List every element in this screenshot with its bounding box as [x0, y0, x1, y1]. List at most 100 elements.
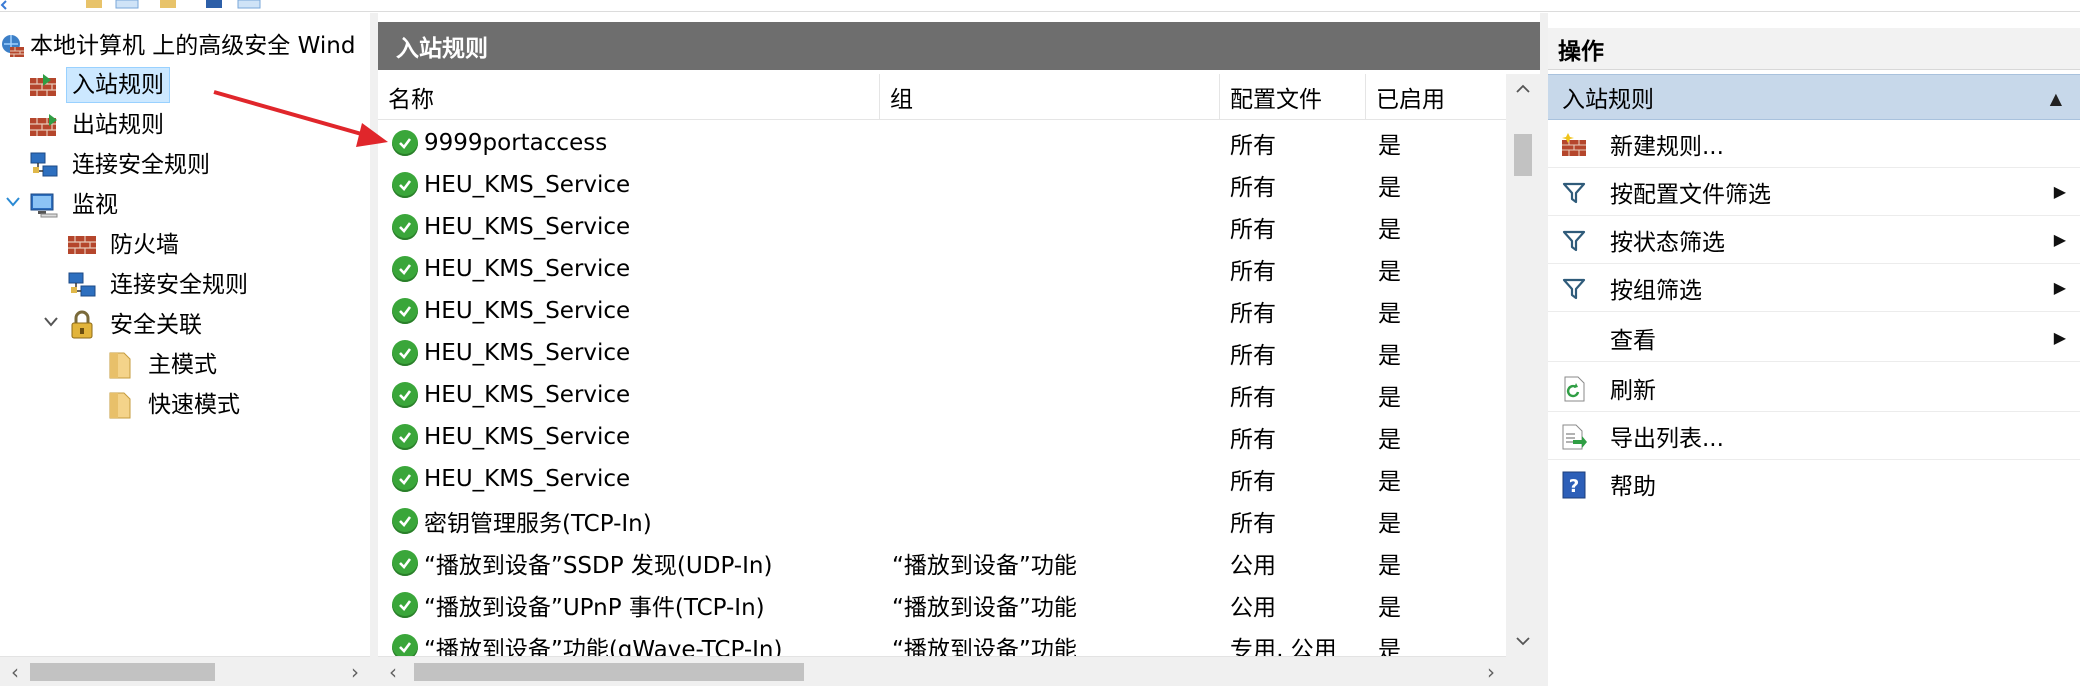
scroll-left-arrow-icon[interactable]: ‹: [2, 657, 28, 686]
refresh-icon: [1560, 375, 1588, 403]
vertical-scrollbar[interactable]: [1506, 74, 1540, 656]
rules-table-body: 9999portaccess 所有是 HEU_KMS_Service 所有是 HEU_K…: [378, 122, 1506, 656]
table-row[interactable]: HEU_KMS_Service 所有 是: [378, 374, 1506, 416]
tree-item-label: 监视: [72, 192, 118, 218]
pane-splitter-left[interactable]: [370, 13, 378, 686]
connection-security-icon: [66, 270, 98, 300]
horizontal-scrollbar[interactable]: ‹ ›: [378, 656, 1506, 686]
tree-item-connection-security-rules[interactable]: 连接安全规则: [28, 146, 216, 184]
cell-profile: 公用: [1230, 595, 1276, 621]
table-row[interactable]: 9999portaccess 所有 是: [378, 122, 1506, 164]
pane-splitter-right[interactable]: [1540, 13, 1548, 686]
cell-name: HEU_KMS_Service: [392, 458, 880, 500]
cell-group: [892, 290, 1212, 332]
folder-icon: [104, 390, 136, 420]
scroll-right-arrow-icon[interactable]: ›: [342, 657, 368, 686]
tree-item-inbound-rules[interactable]: 入站规则: [28, 66, 170, 104]
toolbar-icons[interactable]: [0, 0, 360, 12]
tree-item-monitor[interactable]: 监视: [28, 186, 124, 224]
enabled-check-icon: [392, 466, 418, 492]
cell-enabled: 是: [1378, 343, 1401, 369]
actions-section-header[interactable]: 入站规则 ▲: [1548, 74, 2080, 120]
table-row[interactable]: “播放到设备”功能(qWave-TCP-In) “播放到设备”功能 专用, 公用 是: [378, 626, 1506, 656]
tree-item-security-associations[interactable]: 安全关联: [66, 306, 208, 344]
scroll-down-arrow-icon[interactable]: [1506, 626, 1540, 656]
action-label: 按配置文件筛选: [1610, 181, 1771, 208]
rule-name: HEU_KMS_Service: [424, 172, 631, 198]
action-label: 按状态筛选: [1610, 229, 1725, 256]
table-row[interactable]: HEU_KMS_Service 所有 是: [378, 416, 1506, 458]
scroll-left-arrow-icon[interactable]: ‹: [380, 657, 406, 686]
table-row[interactable]: “播放到设备”UPnP 事件(TCP-In) “播放到设备”功能 公用 是: [378, 584, 1506, 626]
tree-item-outbound-rules[interactable]: 出站规则: [28, 106, 170, 144]
actions-section-label: 入站规则: [1562, 87, 1654, 113]
cell-profile: 所有: [1230, 175, 1276, 201]
table-row[interactable]: HEU_KMS_Service 所有 是: [378, 290, 1506, 332]
cell-name: “播放到设备”功能(qWave-TCP-In): [392, 626, 880, 656]
scroll-thumb[interactable]: [414, 663, 804, 681]
cell-profile: 所有: [1230, 511, 1276, 537]
filter-icon: [1560, 275, 1588, 303]
table-row[interactable]: HEU_KMS_Service 所有 是: [378, 164, 1506, 206]
cell-name: HEU_KMS_Service: [392, 164, 880, 206]
cell-enabled: 是: [1378, 175, 1401, 201]
tree-horizontal-scrollbar[interactable]: ‹ ›: [0, 656, 370, 686]
table-row[interactable]: HEU_KMS_Service 所有 是: [378, 458, 1506, 500]
scroll-right-arrow-icon[interactable]: ›: [1478, 657, 1504, 686]
column-header-enabled[interactable]: 已启用: [1366, 74, 1506, 120]
svg-text:?: ?: [1569, 476, 1579, 497]
enabled-check-icon: [392, 340, 418, 366]
tree-item-label: 出站规则: [72, 112, 164, 138]
tree-item-label: 安全关联: [110, 312, 202, 338]
action-export-list[interactable]: 导出列表...: [1548, 412, 2080, 460]
action-help[interactable]: ? 帮助: [1548, 460, 2080, 508]
scroll-thumb[interactable]: [30, 663, 215, 681]
filter-icon: [1560, 179, 1588, 207]
collapse-caret-icon[interactable]: ▲: [2050, 89, 2062, 108]
column-header-profile[interactable]: 配置文件: [1220, 74, 1366, 120]
tree-item-label: 入站规则: [66, 67, 170, 103]
cell-name: “播放到设备”SSDP 发现(UDP-In): [392, 542, 880, 584]
table-row[interactable]: 密钥管理服务(TCP-In) 所有 是: [378, 500, 1506, 542]
column-header-name[interactable]: 名称: [378, 74, 880, 120]
console-tree: 本地计算机 上的高级安全 Wind 入站规则 出站规则 连接安全规则 监视 防火…: [0, 13, 370, 686]
rule-name: HEU_KMS_Service: [424, 424, 631, 450]
cell-group: “播放到设备”功能: [892, 595, 1077, 621]
enabled-check-icon: [392, 214, 418, 240]
action-new-rule[interactable]: 新建规则...: [1548, 120, 2080, 168]
cell-group: [892, 500, 1212, 542]
tree-root[interactable]: 本地计算机 上的高级安全 Wind: [0, 27, 361, 65]
cell-profile: 所有: [1230, 343, 1276, 369]
tree-item-monitor-connection-security-rules[interactable]: 连接安全规则: [66, 266, 254, 304]
table-row[interactable]: HEU_KMS_Service 所有 是: [378, 206, 1506, 248]
tree-item-main-mode[interactable]: 主模式: [104, 346, 223, 384]
cell-name: HEU_KMS_Service: [392, 290, 880, 332]
action-filter-by-group[interactable]: 按组筛选 ▶: [1548, 264, 2080, 312]
expand-monitor-chevron-icon[interactable]: [2, 191, 24, 213]
table-row[interactable]: HEU_KMS_Service 所有 是: [378, 332, 1506, 374]
cell-profile: 所有: [1230, 301, 1276, 327]
scroll-thumb[interactable]: [1514, 134, 1532, 176]
action-filter-by-state[interactable]: 按状态筛选 ▶: [1548, 216, 2080, 264]
cell-name: HEU_KMS_Service: [392, 416, 880, 458]
table-row[interactable]: HEU_KMS_Service 所有 是: [378, 248, 1506, 290]
cell-enabled: 是: [1378, 595, 1401, 621]
cell-group: [892, 248, 1212, 290]
action-refresh[interactable]: 刷新: [1548, 364, 2080, 412]
column-header-group[interactable]: 组: [880, 74, 1220, 120]
action-filter-by-profile[interactable]: 按配置文件筛选 ▶: [1548, 168, 2080, 216]
cell-enabled: 是: [1378, 259, 1401, 285]
table-row[interactable]: “播放到设备”SSDP 发现(UDP-In) “播放到设备”功能 公用 是: [378, 542, 1506, 584]
cell-enabled: 是: [1378, 133, 1401, 159]
cell-name: HEU_KMS_Service: [392, 332, 880, 374]
tree-item-quick-mode[interactable]: 快速模式: [104, 386, 246, 424]
cell-group: “播放到设备”功能: [892, 553, 1077, 579]
tree-item-label: 主模式: [148, 352, 217, 378]
firewall-globe-icon: [0, 31, 26, 61]
action-view[interactable]: 查看 ▶: [1548, 314, 2080, 362]
expand-security-associations-chevron-icon[interactable]: [40, 311, 62, 333]
scroll-up-arrow-icon[interactable]: [1506, 74, 1540, 104]
enabled-check-icon: [392, 382, 418, 408]
rule-name: 密钥管理服务(TCP-In): [424, 511, 652, 537]
tree-item-firewall[interactable]: 防火墙: [66, 226, 185, 264]
